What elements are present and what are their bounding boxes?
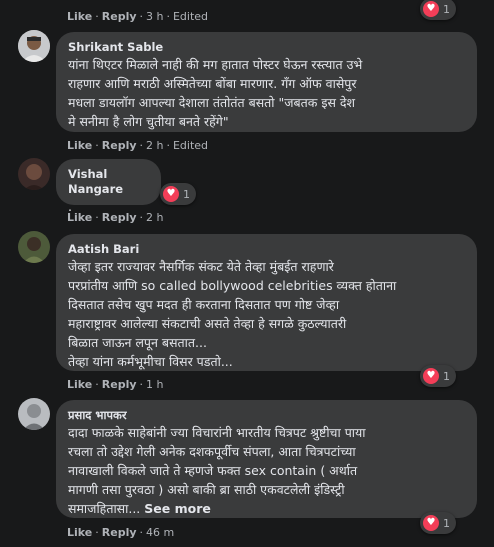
avatar-image [18, 231, 50, 263]
comment-text: दादा फाळके साहेबांनी ज्या विचारांनी भारत… [68, 425, 366, 516]
comment-bubble: Vishal Nangare . [56, 159, 161, 214]
comment-bubble: Shrikant Sable यांना थिएटर मिळाले नाही क… [56, 32, 477, 132]
reaction-count: 1 [443, 2, 450, 16]
comment-bubble: प्रसाद भापकर दादा फाळके साहेबांनी ज्या व… [56, 400, 477, 518]
comment-author[interactable]: प्रसाद भापकर [68, 408, 465, 423]
heart-icon: ♥ [423, 368, 439, 384]
edited-label[interactable]: Edited [173, 10, 208, 23]
avatar[interactable] [18, 398, 50, 430]
heart-icon: ♥ [423, 515, 439, 531]
comment-time[interactable]: 46 m [146, 526, 174, 539]
reaction-count: 1 [443, 369, 450, 383]
comment-actions: Like · Reply · 1 h [67, 378, 164, 391]
comment-actions-top: Like · Reply · 3 h · Edited [67, 10, 209, 23]
heart-icon: ♥ [423, 1, 439, 17]
comment-time[interactable]: 3 h [146, 10, 163, 23]
comment-actions: Like · Reply · 46 m [67, 526, 175, 539]
comment-time[interactable]: 2 h [146, 139, 163, 152]
avatar-image [18, 30, 50, 62]
avatar[interactable] [18, 231, 50, 263]
avatar[interactable] [18, 158, 50, 190]
reply-link[interactable]: Reply [102, 378, 137, 391]
reply-link[interactable]: Reply [102, 526, 137, 539]
comment-actions: Like · Reply · 2 h [67, 211, 164, 224]
edited-label[interactable]: Edited [173, 139, 208, 152]
heart-icon: ♥ [163, 186, 179, 202]
reaction-badge[interactable]: ♥ 1 [420, 512, 456, 534]
reaction-badge[interactable]: ♥ 1 [420, 365, 456, 387]
reaction-count: 1 [443, 516, 450, 530]
see-more-link[interactable]: See more [144, 501, 211, 516]
comment-time[interactable]: 2 h [146, 211, 163, 224]
comment-author[interactable]: Vishal Nangare [68, 167, 149, 197]
like-link[interactable]: Like [67, 526, 92, 539]
comment-text: जेव्हा इतर राज्यावर नैसर्गिक संकट येते त… [68, 259, 397, 369]
like-link[interactable]: Like [67, 378, 92, 391]
avatar-image [18, 158, 50, 190]
avatar[interactable] [18, 30, 50, 62]
reply-link[interactable]: Reply [102, 139, 137, 152]
reaction-badge[interactable]: ♥ 1 [160, 183, 196, 205]
reaction-badge[interactable]: ♥ 1 [420, 0, 456, 20]
reaction-count: 1 [183, 187, 190, 201]
comment-text: यांना थिएटर मिळाले नाही की मग हातात पोस्… [68, 57, 363, 129]
comment-actions: Like · Reply · 2 h · Edited [67, 139, 209, 152]
reply-link[interactable]: Reply [102, 10, 137, 23]
reply-link[interactable]: Reply [102, 211, 137, 224]
avatar-image [18, 398, 50, 430]
like-link[interactable]: Like [67, 10, 92, 23]
like-link[interactable]: Like [67, 211, 92, 224]
like-link[interactable]: Like [67, 139, 92, 152]
comment-time[interactable]: 1 h [146, 378, 163, 391]
comment-author[interactable]: Aatish Bari [68, 242, 465, 257]
comment-author[interactable]: Shrikant Sable [68, 40, 465, 55]
comment-bubble: Aatish Bari जेव्हा इतर राज्यावर नैसर्गिक… [56, 234, 477, 371]
